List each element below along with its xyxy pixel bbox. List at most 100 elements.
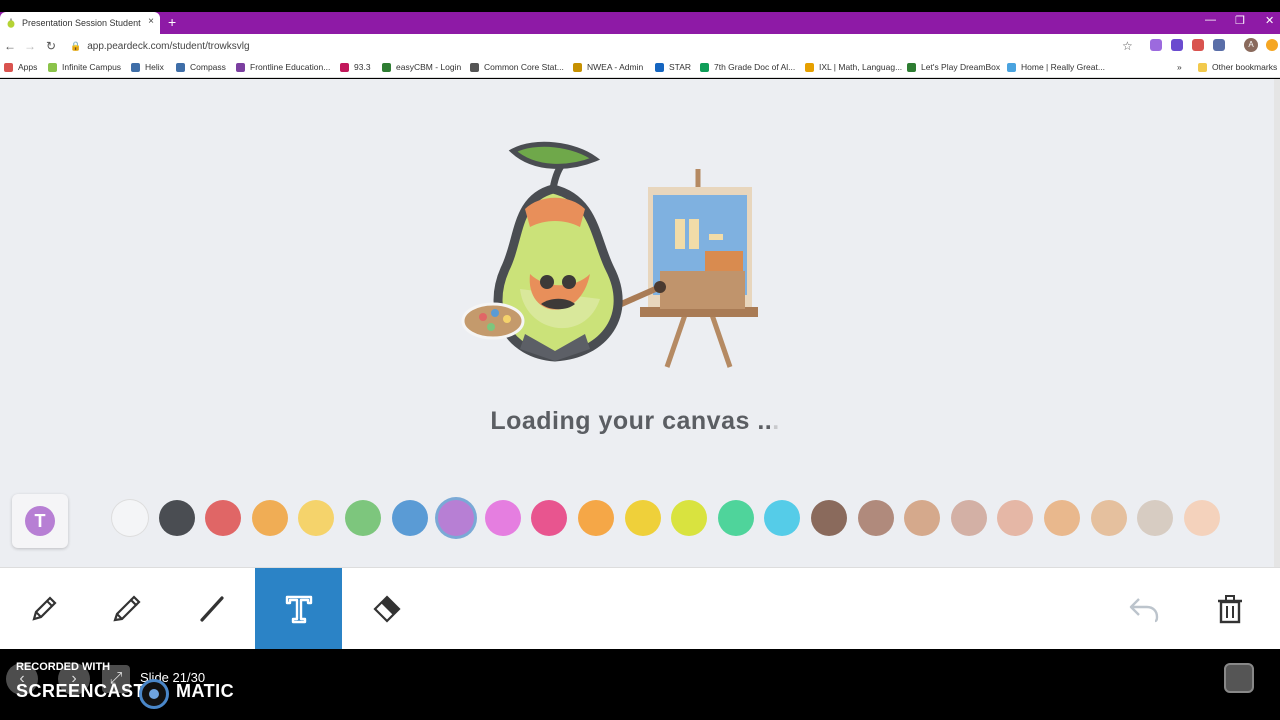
bookmark-label: 7th Grade Doc of Al... xyxy=(714,62,796,72)
color-swatch[interactable] xyxy=(857,500,894,536)
bookmark-item[interactable]: 7th Grade Doc of Al... xyxy=(700,62,795,72)
extension-icon[interactable] xyxy=(1213,39,1225,51)
color-swatch[interactable] xyxy=(1183,500,1220,536)
extension-icon[interactable] xyxy=(1171,39,1183,51)
color-swatch[interactable] xyxy=(345,500,381,536)
pencil-tool-button[interactable] xyxy=(0,568,87,650)
bookmark-item[interactable]: Common Core Stat... xyxy=(470,62,564,72)
color-swatch[interactable] xyxy=(904,500,941,536)
bookmark-item[interactable]: NWEA - Admin xyxy=(573,62,643,72)
back-icon[interactable]: ← xyxy=(4,39,16,53)
restore-icon[interactable]: ❐ xyxy=(1235,14,1245,27)
color-swatch[interactable] xyxy=(1044,500,1080,536)
color-swatch[interactable] xyxy=(1137,500,1174,536)
undo-icon xyxy=(1129,598,1158,623)
new-tab-icon[interactable]: + xyxy=(168,14,176,30)
tab-close-icon[interactable]: × xyxy=(148,16,154,27)
bookmark-favicon-icon xyxy=(4,62,13,72)
address-bar-row: ← → ↻ 🔒 app.peardeck.com/student/trowksv… xyxy=(0,34,1280,58)
bookmark-favicon-icon xyxy=(907,62,916,72)
url-text: app.peardeck.com/student/trowksvlg xyxy=(87,40,250,52)
color-swatch[interactable] xyxy=(671,500,708,536)
color-swatch[interactable] xyxy=(205,500,242,536)
bookmark-favicon-icon xyxy=(131,62,140,72)
undo-button[interactable] xyxy=(1100,568,1187,650)
bookmark-item[interactable]: 93.3 xyxy=(340,62,371,72)
delete-button[interactable] xyxy=(1186,568,1273,650)
bookmark-item[interactable]: Home | Really Great... xyxy=(1007,62,1105,72)
bookmark-favicon-icon xyxy=(805,62,814,72)
bookmark-label: STAR xyxy=(669,62,692,72)
watermark-recorded-with: RECORDED WITH xyxy=(16,661,111,673)
text-tool-button[interactable] xyxy=(255,568,342,650)
color-swatch[interactable] xyxy=(578,500,614,536)
screen-top-edge xyxy=(0,0,1280,12)
bookmarks-overflow-icon[interactable]: » xyxy=(1177,62,1182,72)
color-swatch[interactable] xyxy=(531,500,568,536)
screencastomatic-logo-icon xyxy=(139,679,169,709)
bookmark-favicon-icon xyxy=(176,62,185,72)
color-swatch[interactable] xyxy=(624,500,661,536)
pencil-icon xyxy=(31,596,57,621)
canvas-area[interactable]: Loading your canvas ... T xyxy=(0,79,1280,567)
profile-avatar[interactable]: A xyxy=(1244,38,1258,52)
eraser-tool-button[interactable] xyxy=(343,568,430,650)
page-scrollbar[interactable] xyxy=(1274,79,1280,567)
bookmark-favicon-icon xyxy=(236,62,245,72)
bookmark-label: Frontline Education... xyxy=(250,62,331,72)
bookmark-label: Common Core Stat... xyxy=(484,62,564,72)
bookmark-item[interactable]: Compass xyxy=(176,62,226,72)
bookmark-item[interactable]: STAR xyxy=(655,62,691,72)
folder-icon xyxy=(1198,62,1207,72)
forward-icon[interactable]: → xyxy=(24,39,36,53)
bookmark-item[interactable]: Frontline Education... xyxy=(236,62,330,72)
minimize-icon[interactable]: — xyxy=(1205,14,1216,26)
browser-tab[interactable]: Presentation Session Student × xyxy=(0,12,160,34)
color-swatch[interactable] xyxy=(950,500,987,536)
closed-captions-icon[interactable] xyxy=(1224,663,1254,693)
color-swatch[interactable] xyxy=(112,500,148,536)
bookmark-item[interactable]: Let's Play DreamBox xyxy=(907,62,1000,72)
other-bookmarks[interactable]: Other bookmarks xyxy=(1198,62,1277,72)
color-swatch[interactable] xyxy=(438,500,475,536)
watermark-matic: MATIC xyxy=(176,681,235,701)
color-swatch[interactable] xyxy=(251,500,288,536)
eraser-icon xyxy=(372,595,401,623)
watermark-screencast: SCREENCAST xyxy=(16,681,146,701)
color-swatch[interactable] xyxy=(811,500,847,536)
bookmark-item[interactable]: Helix xyxy=(131,62,164,72)
presentation-player-bar: ‹ › ⤢ Slide 21/30 RECORDED WITH SCREENCA… xyxy=(0,649,1280,720)
marker-tool-button[interactable] xyxy=(82,568,169,650)
bookmark-item[interactable]: Apps xyxy=(4,62,37,72)
bookmark-label: Home | Really Great... xyxy=(1021,62,1105,72)
color-swatch[interactable] xyxy=(158,500,195,536)
text-tool-badge[interactable]: T xyxy=(12,494,68,548)
bookmark-label: Apps xyxy=(18,62,38,72)
bookmark-item[interactable]: Infinite Campus xyxy=(48,62,121,72)
reload-icon[interactable]: ↻ xyxy=(46,39,56,53)
line-tool-button[interactable] xyxy=(168,568,255,650)
bookmark-favicon-icon xyxy=(700,62,709,72)
extension-icon[interactable] xyxy=(1150,39,1162,51)
color-swatch[interactable] xyxy=(764,500,801,536)
trash-icon xyxy=(1217,595,1242,624)
color-swatch[interactable] xyxy=(298,500,335,536)
bookmark-label: Compass xyxy=(190,62,226,72)
url-field[interactable]: 🔒 app.peardeck.com/student/trowksvlg xyxy=(70,37,1140,55)
bookmark-favicon-icon xyxy=(573,62,582,72)
color-swatch[interactable] xyxy=(997,500,1034,536)
color-swatch[interactable] xyxy=(1090,500,1127,536)
color-swatch[interactable] xyxy=(391,500,428,536)
color-swatch[interactable] xyxy=(717,500,754,536)
bookmark-star-icon[interactable]: ☆ xyxy=(1122,39,1133,53)
extension-icon[interactable] xyxy=(1266,39,1278,51)
bookmark-item[interactable]: easyCBM - Login xyxy=(382,62,461,72)
bookmark-label: NWEA - Admin xyxy=(587,62,644,72)
color-swatch[interactable] xyxy=(484,500,521,536)
loading-canvas-text: Loading your canvas ... xyxy=(490,407,780,435)
bookmark-label: Helix xyxy=(145,62,164,72)
extension-icon[interactable] xyxy=(1192,39,1204,51)
pear-painter-illustration xyxy=(461,141,758,368)
bookmark-item[interactable]: IXL | Math, Languag... xyxy=(805,62,902,72)
window-close-icon[interactable]: ✕ xyxy=(1265,14,1274,27)
